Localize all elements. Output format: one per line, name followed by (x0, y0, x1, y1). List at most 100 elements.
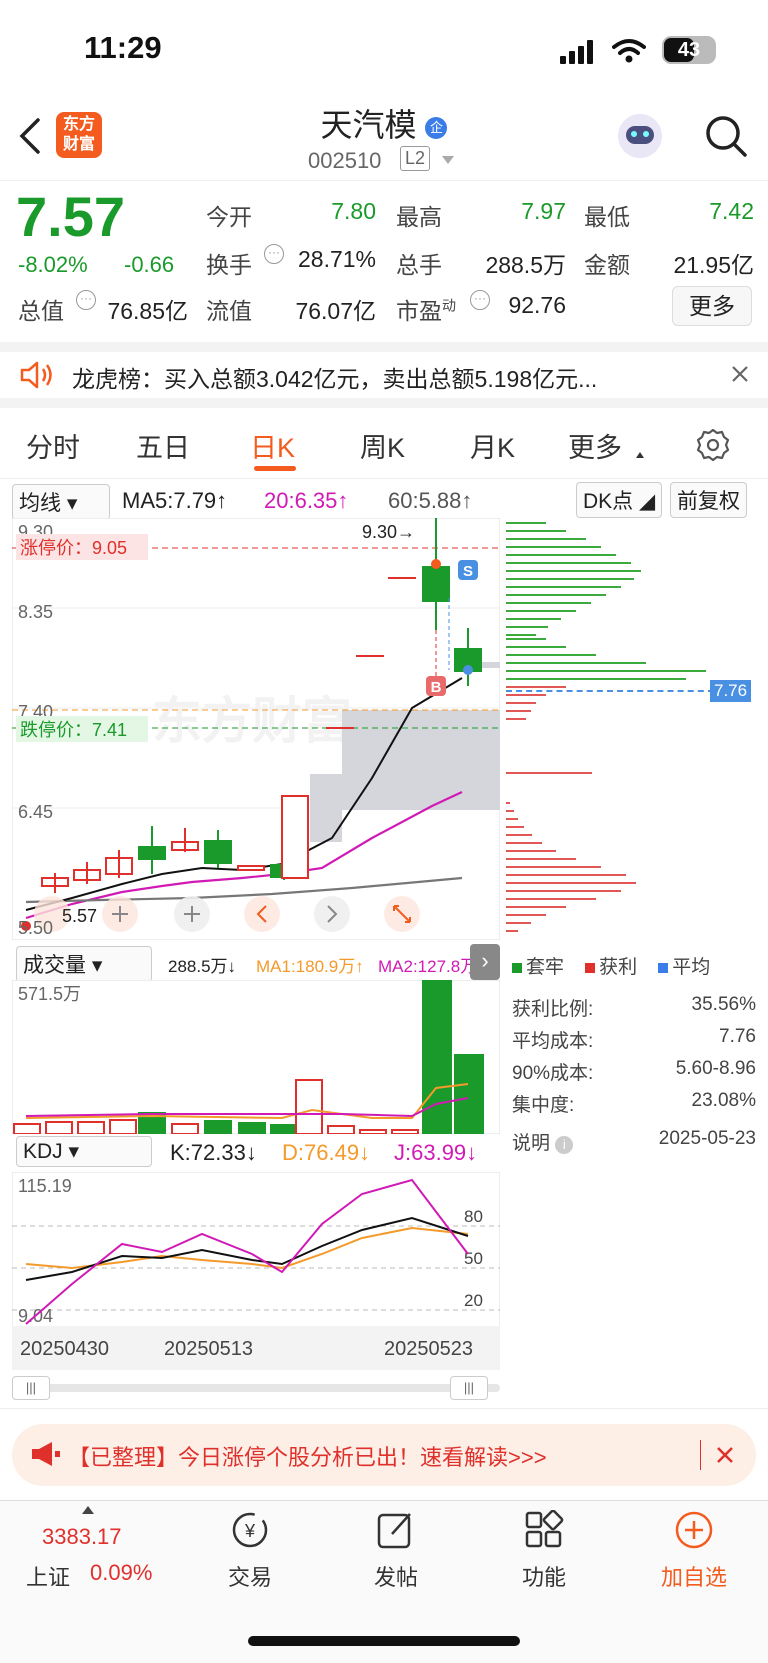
range-handle-left[interactable]: ||| (12, 1376, 50, 1400)
scroll-left-icon[interactable] (244, 896, 280, 932)
promo-banner-text[interactable]: 【已整理】今日涨停个股分析已出！速看解读>>> (68, 1440, 547, 1472)
scroll-right-icon[interactable] (314, 896, 350, 932)
index-up-icon (82, 1506, 94, 1514)
chevron-down-icon[interactable] (442, 156, 454, 164)
banner-close-icon[interactable] (716, 1446, 734, 1464)
chip-bar-trapped (506, 578, 634, 580)
chip-distribution[interactable] (506, 518, 756, 940)
add-watchlist-icon[interactable] (674, 1510, 714, 1550)
limit-up-label: 涨停价：9.05 (20, 538, 127, 558)
search-icon[interactable] (704, 114, 748, 158)
avg-cost-tag: 7.76 (710, 680, 752, 702)
home-indicator (248, 1636, 520, 1646)
current-price: 7.57 (16, 185, 125, 248)
volume-select[interactable]: 成交量 ▾ (16, 946, 152, 982)
chip-bar-profit (506, 686, 566, 688)
pe-value: 92.76 (508, 292, 566, 318)
trade-icon[interactable]: ¥ (228, 1510, 272, 1550)
legend-profit: 获利 (585, 957, 637, 978)
kline-chart[interactable]: 东方财富 S B 9.30 8.35 7.40 6.45 5.50 涨停价：9.… (12, 518, 500, 940)
float-label: 流值 (206, 298, 252, 324)
watermark: 东方财富 (152, 693, 352, 749)
range-handle-right[interactable]: ||| (450, 1376, 488, 1400)
chip-bar-profit (506, 834, 532, 836)
kdj-k-value: K:72.33↓ (170, 1140, 257, 1165)
open-label: 今开 (206, 204, 252, 230)
stat-concentration-label: 集中度: (512, 1095, 575, 1116)
tab-week-k[interactable]: 周K (360, 426, 405, 465)
functions-grid-icon[interactable] (524, 1510, 564, 1550)
chip-bar-profit (506, 866, 601, 868)
chip-bar-profit (506, 710, 531, 712)
banner-divider (700, 1440, 701, 1470)
volume-value: 288.5万 (485, 252, 566, 278)
stat-90-cost-label: 90%成本: (512, 1063, 594, 1084)
ma60-value: 60:5.88↑ (388, 488, 473, 513)
max-price-mark: 9.30→ (362, 522, 415, 542)
stat-profit-ratio-value: 35.56% (691, 994, 756, 1015)
chip-bar-profit (506, 810, 514, 812)
range-slider-track[interactable] (12, 1384, 500, 1392)
stat-concentration-value: 23.08% (691, 1090, 756, 1111)
chip-bar-trapped (506, 638, 546, 640)
index-name[interactable]: 上证 (26, 1560, 70, 1592)
chip-bar-trapped (506, 602, 591, 604)
low-value: 7.42 (709, 198, 754, 224)
chip-bar-profit (506, 842, 542, 844)
tab-intraday[interactable]: 分时 (26, 426, 80, 465)
chip-bar-profit (506, 850, 556, 852)
chip-bar-profit (506, 858, 576, 860)
ma20-value: 20:6.35↑ (264, 488, 349, 513)
notice-text[interactable]: 龙虎榜：买入总额3.042亿元，卖出总额5.198亿元... (72, 360, 597, 394)
chip-bar-profit (506, 718, 526, 720)
nav-post[interactable]: 发帖 (336, 1560, 456, 1592)
kdj-select[interactable]: KDJ ▾ (16, 1136, 152, 1167)
mcap-value: 76.85亿 (107, 298, 188, 324)
open-value: 7.80 (331, 198, 376, 224)
nav-add-watchlist[interactable]: 加自选 (634, 1560, 754, 1592)
caret-icon (636, 452, 644, 458)
wifi-icon (612, 39, 646, 63)
mcap-label: 总值 (18, 298, 64, 324)
explanation-link[interactable]: 说明 i (512, 1128, 574, 1155)
active-tab-indicator (254, 466, 296, 471)
megaphone-icon (32, 1442, 60, 1466)
high-value: 7.97 (521, 198, 566, 224)
tab-day-k[interactable]: 日K (250, 426, 295, 465)
tab-five-day[interactable]: 五日 (136, 426, 190, 465)
chip-bar-profit (506, 922, 531, 924)
kdj-line-80: 80 (464, 1207, 483, 1226)
volume-value: 288.5万↓ (168, 957, 237, 976)
post-icon[interactable] (376, 1510, 416, 1550)
chip-bar-profit (506, 898, 596, 900)
adjust-button[interactable]: 前复权 (670, 482, 747, 518)
tab-month-k[interactable]: 月K (470, 426, 515, 465)
index-value[interactable]: 3383.17 (42, 1524, 122, 1550)
robot-assistant-icon[interactable] (618, 114, 662, 158)
chip-bar-profit (506, 914, 546, 916)
expand-arrow-button[interactable]: › (470, 944, 500, 980)
settings-gear-icon[interactable] (696, 428, 730, 462)
nav-functions[interactable]: 功能 (484, 1560, 604, 1592)
chip-bar-trapped (506, 586, 621, 588)
y-label-bottom: 5.50 (18, 918, 53, 938)
ma-select[interactable]: 均线 ▾ (12, 484, 110, 520)
chip-bar-trapped (506, 670, 706, 672)
low-label: 最低 (584, 204, 630, 230)
chip-date: 2025-05-23 (658, 1128, 756, 1149)
level2-badge[interactable]: L2 (400, 146, 431, 171)
limit-down-label: 跌停价：7.41 (20, 720, 127, 740)
legend-trapped: 套牢 (512, 957, 564, 978)
chip-bar-profit (506, 772, 592, 774)
stat-profit-ratio-label: 获利比例: (512, 999, 594, 1020)
tab-more[interactable]: 更多 (568, 426, 622, 465)
min-price-mark: 5.57 (62, 906, 97, 926)
legend-average: 平均 (658, 957, 710, 978)
chip-legend: 套牢 获利 平均 (512, 952, 710, 979)
chip-bar-profit (506, 930, 518, 932)
nav-trade[interactable]: 交易 (190, 1560, 310, 1592)
index-percent[interactable]: 0.09% (90, 1560, 152, 1586)
dk-point-button[interactable]: DK点 ◢ (576, 482, 663, 518)
more-button[interactable]: 更多 (672, 286, 752, 326)
close-icon[interactable] (730, 364, 750, 384)
